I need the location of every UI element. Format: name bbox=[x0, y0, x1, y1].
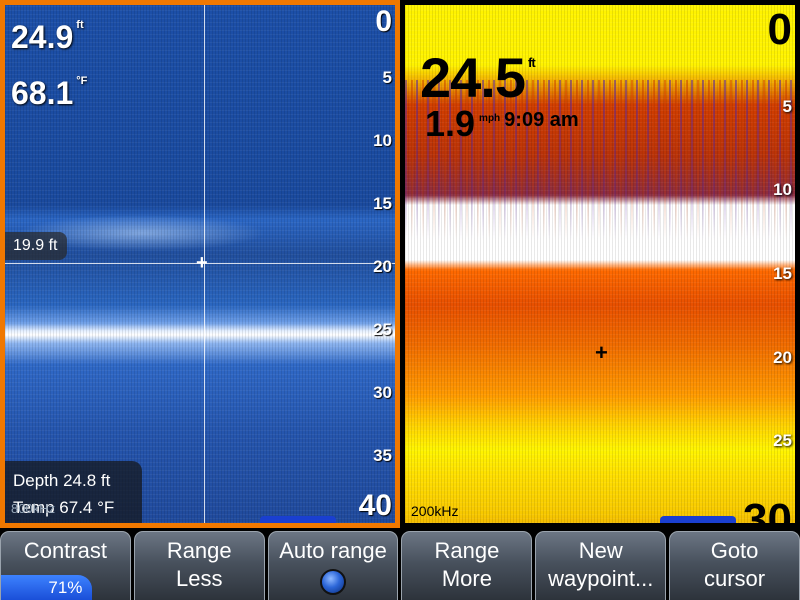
range-less-line1: Range bbox=[166, 538, 232, 563]
goto-cursor-button[interactable]: Goto cursor bbox=[669, 531, 800, 600]
depth-scale-label: 10 bbox=[773, 180, 792, 200]
depth-scale-label: 30 bbox=[743, 495, 792, 528]
cursor-crosshair-icon[interactable]: + bbox=[196, 253, 208, 273]
goto-cursor-line1: Goto bbox=[710, 538, 759, 563]
depth-scale-label: 30 bbox=[373, 383, 392, 402]
range-less-button[interactable]: Range Less bbox=[133, 531, 265, 600]
range-more-line2: More bbox=[441, 566, 492, 591]
frequency-label: 200kHz bbox=[411, 503, 459, 519]
depth-scale-label: 0 bbox=[767, 5, 792, 54]
contrast-label: Contrast bbox=[23, 538, 107, 563]
depth-scale-label: 35 bbox=[373, 446, 392, 465]
depth-readout: 24.5 ft bbox=[420, 46, 536, 109]
cursor-crosshair-icon[interactable]: + bbox=[595, 342, 608, 364]
range-more-line1: Range bbox=[434, 538, 500, 563]
depth-scale-label: 20 bbox=[373, 257, 392, 276]
depth-scale-label: 15 bbox=[373, 194, 392, 213]
depth-scale-label: 25 bbox=[373, 320, 392, 339]
speed-unit: mph bbox=[479, 113, 501, 124]
speed-value: 1.9 bbox=[425, 103, 476, 144]
clock-time: 9:09 am bbox=[504, 109, 579, 131]
softkey-bar: Contrast 71% Range Less Auto range Range… bbox=[0, 528, 800, 600]
depth-scale-label: 0 bbox=[375, 5, 392, 38]
depth-scale-label: 15 bbox=[773, 264, 792, 283]
led-indicator-icon bbox=[320, 569, 347, 595]
depth-scale-label: 25 bbox=[773, 431, 792, 451]
info-depth: Depth 24.8 ft bbox=[13, 471, 111, 490]
auto-range-button[interactable]: Auto range bbox=[267, 531, 399, 600]
depth-scale-label: 20 bbox=[773, 347, 792, 367]
sonar-display: 24.9 ft 68.1 °F + 19.9 ft 0 5 10 15 20 25 30 35 40… bbox=[0, 0, 800, 600]
water-temp-readout: 68.1 °F bbox=[11, 75, 88, 111]
depth-scale-label: 5 bbox=[782, 96, 792, 116]
cursor-depth-label: 19.9 ft bbox=[5, 232, 68, 260]
range-more-button[interactable]: Range More bbox=[401, 531, 533, 600]
sonar-pane[interactable]: 24.5 ft 1.9 mph 9:09 am + 0 5 10 15 20 25 30 200k… bbox=[400, 0, 800, 528]
new-waypoint-button[interactable]: New waypoint... bbox=[535, 531, 667, 600]
frequency-label: 800kHz bbox=[11, 501, 56, 516]
depth-scale-label: 40 bbox=[358, 489, 392, 522]
downscan-pane[interactable]: 24.9 ft 68.1 °F + 19.9 ft 0 5 10 15 20 25 30 35 40… bbox=[0, 0, 400, 528]
auto-range-label: Auto range bbox=[279, 538, 387, 563]
new-waypoint-line2: waypoint... bbox=[548, 566, 654, 591]
speed-time-readout: 1.9 mph 9:09 am bbox=[425, 103, 579, 145]
contrast-percent: 71% bbox=[48, 578, 83, 597]
depth-scale-label: 10 bbox=[373, 131, 392, 150]
pane-tab[interactable] bbox=[260, 516, 336, 523]
depth-scale-label: 5 bbox=[382, 68, 392, 87]
cursor-info-box: Depth 24.8 ft Temp 67.4 °F bbox=[5, 461, 142, 523]
pane-tab[interactable] bbox=[660, 516, 736, 523]
contrast-button[interactable]: Contrast 71% bbox=[0, 531, 131, 600]
goto-cursor-line2: cursor bbox=[703, 566, 766, 591]
new-waypoint-line1: New bbox=[578, 538, 623, 563]
depth-readout: 24.9 ft bbox=[11, 19, 84, 55]
range-less-line2: Less bbox=[176, 566, 223, 591]
